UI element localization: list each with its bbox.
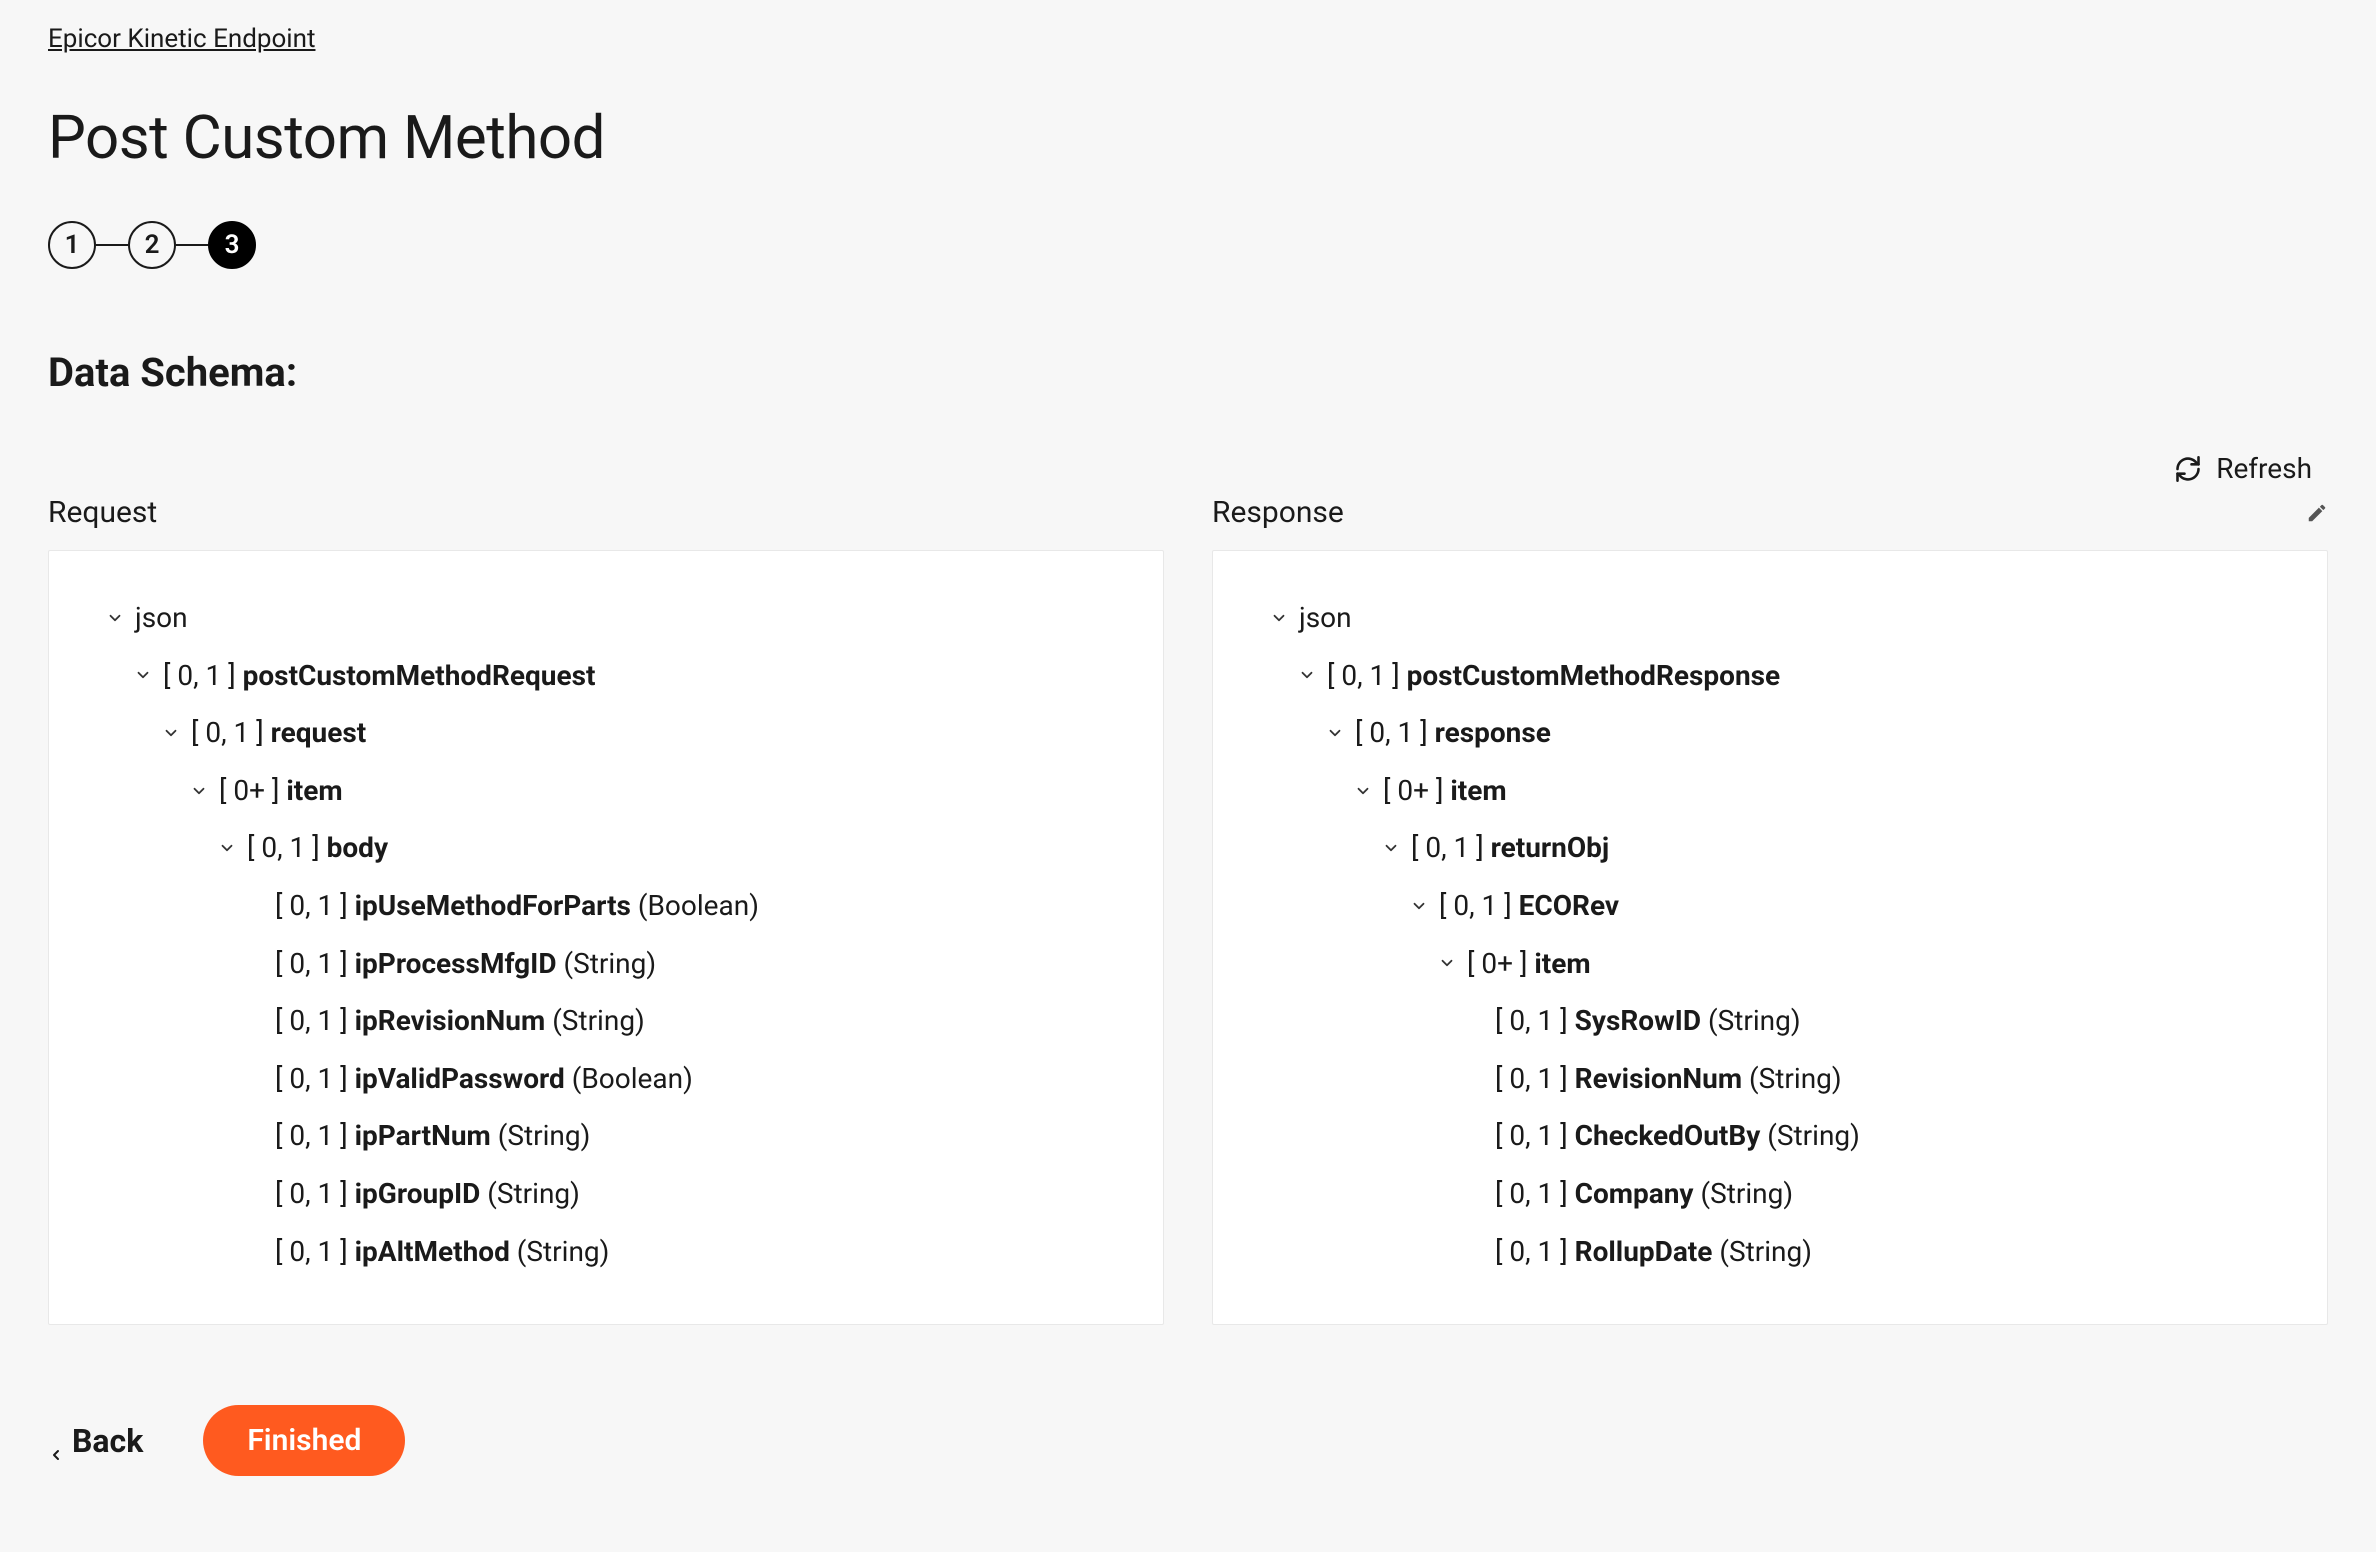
schema-columns: Request json [ 0, 1 ] postCustomMethodReq…	[48, 495, 2328, 1325]
tree-row[interactable]: [ 0+ ] item	[1269, 935, 2271, 993]
request-column: Request json [ 0, 1 ] postCustomMethodReq…	[48, 495, 1164, 1325]
back-button[interactable]: Back	[48, 1422, 143, 1460]
tree-row: [ 0, 1 ] RollupDate (String)	[1269, 1223, 2271, 1281]
refresh-button[interactable]: Refresh	[2174, 452, 2312, 485]
tree-row: [ 0, 1 ] ipGroupID (String)	[105, 1165, 1107, 1223]
tree-row[interactable]: [ 0, 1 ] ECORev	[1269, 877, 2271, 935]
chevron-down-icon[interactable]	[133, 665, 153, 685]
tree-row[interactable]: [ 0, 1 ] body	[105, 819, 1107, 877]
chevron-down-icon[interactable]	[1297, 665, 1317, 685]
tree-node-label: [ 0, 1 ] ipValidPassword (Boolean)	[275, 1062, 693, 1096]
chevron-down-icon[interactable]	[1409, 896, 1429, 916]
tree-row: [ 0, 1 ] RevisionNum (String)	[1269, 1050, 2271, 1108]
step-2[interactable]: 2	[128, 221, 176, 269]
chevron-down-icon[interactable]	[161, 723, 181, 743]
step-connector	[96, 244, 128, 246]
tree-node-label: [ 0, 1 ] ipGroupID (String)	[275, 1177, 580, 1211]
chevron-down-icon[interactable]	[189, 781, 209, 801]
tree-node-label: [ 0, 1 ] ECORev	[1439, 889, 1619, 923]
tree-node-label: [ 0, 1 ] ipPartNum (String)	[275, 1119, 590, 1153]
refresh-label: Refresh	[2216, 452, 2312, 485]
step-connector	[176, 244, 208, 246]
tree-row: [ 0, 1 ] ipValidPassword (Boolean)	[105, 1050, 1107, 1108]
tree-node-label: [ 0+ ] item	[1467, 947, 1591, 981]
tree-node-label: [ 0, 1 ] ipAltMethod (String)	[275, 1235, 609, 1269]
tree-row[interactable]: [ 0, 1 ] postCustomMethodResponse	[1269, 647, 2271, 705]
request-header: Request	[48, 495, 157, 530]
tree-node-label: json	[135, 601, 188, 635]
tree-node-label: [ 0, 1 ] postCustomMethodResponse	[1327, 659, 1780, 693]
tree-row[interactable]: [ 0, 1 ] request	[105, 704, 1107, 762]
tree-row: [ 0, 1 ] ipProcessMfgID (String)	[105, 935, 1107, 993]
tree-node-label: [ 0, 1 ] RollupDate (String)	[1495, 1235, 1812, 1269]
footer: Back Finished	[48, 1405, 2328, 1476]
tree-row[interactable]: [ 0, 1 ] postCustomMethodRequest	[105, 647, 1107, 705]
chevron-left-icon	[48, 1433, 64, 1449]
chevron-down-icon[interactable]	[1437, 953, 1457, 973]
edit-icon[interactable]	[2306, 502, 2328, 524]
tree-row: [ 0, 1 ] SysRowID (String)	[1269, 992, 2271, 1050]
tree-node-label: [ 0, 1 ] CheckedOutBy (String)	[1495, 1119, 1860, 1153]
chevron-down-icon[interactable]	[1353, 781, 1373, 801]
tree-row[interactable]: json	[1269, 589, 2271, 647]
tree-node-label: [ 0, 1 ] ipUseMethodForParts (Boolean)	[275, 889, 759, 923]
tree-node-label: [ 0, 1 ] Company (String)	[1495, 1177, 1793, 1211]
tree-node-label: [ 0, 1 ] postCustomMethodRequest	[163, 659, 595, 693]
page-title: Post Custom Method	[48, 102, 2328, 173]
tree-node-label: [ 0, 1 ] ipRevisionNum (String)	[275, 1004, 645, 1038]
response-schema-panel: json [ 0, 1 ] postCustomMethodResponse [ 0…	[1212, 550, 2328, 1325]
response-column: Response json [ 0, 1 ] postCustomMethodRe…	[1212, 495, 2328, 1325]
tree-row[interactable]: [ 0, 1 ] response	[1269, 704, 2271, 762]
tree-node-label: [ 0+ ] item	[219, 774, 343, 808]
section-heading: Data Schema:	[48, 349, 2328, 396]
tree-node-label: [ 0, 1 ] body	[247, 831, 388, 865]
chevron-down-icon[interactable]	[1381, 838, 1401, 858]
tree-node-label: [ 0, 1 ] request	[191, 716, 366, 750]
chevron-down-icon[interactable]	[105, 608, 125, 628]
toolbar: Refresh	[48, 452, 2328, 485]
request-schema-panel: json [ 0, 1 ] postCustomMethodRequest [ 0,…	[48, 550, 1164, 1325]
step-1[interactable]: 1	[48, 221, 96, 269]
tree-row: [ 0, 1 ] Company (String)	[1269, 1165, 2271, 1223]
tree-node-label: [ 0+ ] item	[1383, 774, 1507, 808]
tree-node-label: [ 0, 1 ] SysRowID (String)	[1495, 1004, 1801, 1038]
tree-row[interactable]: [ 0, 1 ] returnObj	[1269, 819, 2271, 877]
tree-row[interactable]: [ 0+ ] item	[1269, 762, 2271, 820]
tree-node-label: [ 0, 1 ] RevisionNum (String)	[1495, 1062, 1842, 1096]
tree-node-label: [ 0, 1 ] response	[1355, 716, 1551, 750]
finished-button[interactable]: Finished	[203, 1405, 405, 1476]
refresh-icon	[2174, 455, 2202, 483]
tree-node-label: [ 0, 1 ] ipProcessMfgID (String)	[275, 947, 656, 981]
tree-row[interactable]: [ 0+ ] item	[105, 762, 1107, 820]
stepper: 1 2 3	[48, 221, 2328, 269]
chevron-down-icon[interactable]	[1325, 723, 1345, 743]
tree-row: [ 0, 1 ] ipAltMethod (String)	[105, 1223, 1107, 1281]
tree-row: [ 0, 1 ] ipPartNum (String)	[105, 1107, 1107, 1165]
tree-row: [ 0, 1 ] ipRevisionNum (String)	[105, 992, 1107, 1050]
tree-node-label: [ 0, 1 ] returnObj	[1411, 831, 1609, 865]
breadcrumb[interactable]: Epicor Kinetic Endpoint	[48, 24, 315, 54]
tree-row: [ 0, 1 ] ipUseMethodForParts (Boolean)	[105, 877, 1107, 935]
tree-node-label: json	[1299, 601, 1352, 635]
response-header: Response	[1212, 495, 1344, 530]
chevron-down-icon[interactable]	[217, 838, 237, 858]
chevron-down-icon[interactable]	[1269, 608, 1289, 628]
step-3[interactable]: 3	[208, 221, 256, 269]
tree-row: [ 0, 1 ] CheckedOutBy (String)	[1269, 1107, 2271, 1165]
back-label: Back	[72, 1422, 143, 1460]
tree-row[interactable]: json	[105, 589, 1107, 647]
